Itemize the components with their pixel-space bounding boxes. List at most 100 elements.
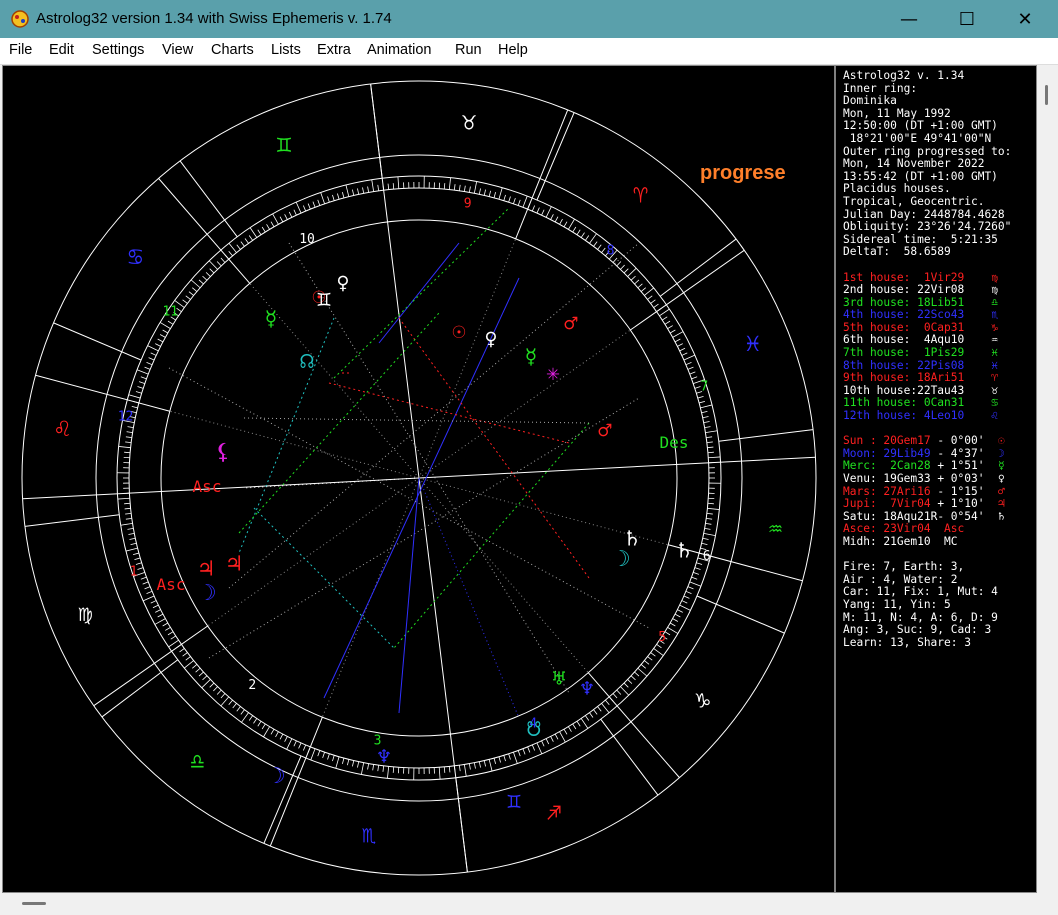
degree-tick [597, 706, 602, 712]
minimize-button[interactable]: — [880, 0, 938, 38]
degree-tick [295, 201, 302, 214]
degree-tick [458, 184, 461, 191]
degree-tick [352, 760, 355, 767]
degree-tick [468, 186, 471, 193]
window-title: Astrolog32 version 1.34 with Swiss Ephem… [36, 10, 392, 27]
degree-tick [616, 261, 622, 267]
degree-tick [124, 451, 131, 454]
degree-tick [473, 181, 478, 194]
degree-tick [527, 746, 531, 753]
degree-tick [679, 604, 691, 611]
degree-tick [345, 184, 350, 197]
degree-tick [135, 391, 142, 394]
sign-divider [536, 112, 575, 201]
degree-tick [691, 376, 698, 380]
degree-tick [372, 764, 375, 771]
menu-charts[interactable]: Charts [211, 42, 254, 58]
degree-tick [704, 426, 711, 429]
degree-tick [236, 244, 241, 250]
house-cusp [587, 672, 680, 778]
degree-tick [117, 497, 130, 500]
degree-tick [580, 232, 585, 238]
degree-tick [266, 224, 270, 230]
degree-tick [138, 381, 145, 384]
menu-edit[interactable]: Edit [49, 42, 74, 58]
degree-tick [531, 744, 536, 751]
degree-tick [146, 590, 153, 595]
degree-tick [209, 268, 215, 274]
degree-tick [620, 264, 625, 270]
degree-tick [513, 752, 518, 764]
degree-tick [125, 512, 132, 515]
menu-file[interactable]: File [9, 42, 32, 58]
horizontal-scrollbar[interactable] [2, 893, 1035, 913]
degree-tick [352, 189, 355, 196]
degree-tick [270, 728, 275, 735]
degree-tick [585, 235, 590, 241]
degree-tick [707, 507, 720, 510]
degree-tick [167, 631, 174, 636]
ascendant-label: Asc [157, 575, 186, 594]
degree-tick [147, 345, 159, 352]
menu-settings[interactable]: Settings [92, 42, 144, 58]
planet-glyph-icon: ✳ [546, 361, 559, 386]
degree-tick [637, 283, 643, 289]
house-cusp [158, 178, 251, 284]
degree-tick [261, 723, 266, 730]
degree-tick [589, 233, 597, 244]
menu-help[interactable]: Help [498, 42, 528, 58]
degree-tick [705, 522, 712, 525]
house-cusp-inner [169, 410, 420, 479]
degree-tick [220, 696, 230, 707]
aspect-line [398, 477, 420, 714]
planet-glyph-icon: ♄ [677, 539, 690, 564]
vertical-scrollbar[interactable] [1037, 65, 1056, 891]
degree-tick [640, 664, 647, 669]
degree-tick [667, 627, 679, 634]
house-number: 8 [607, 244, 615, 259]
degree-tick [148, 357, 155, 361]
degree-tick [677, 609, 683, 613]
degree-tick [322, 752, 325, 759]
degree-tick [241, 712, 249, 723]
degree-tick [332, 194, 335, 201]
degree-tick [702, 537, 709, 540]
degree-tick [288, 211, 293, 218]
degree-tick [144, 586, 151, 590]
info-header-line: DeltaT: 58.6589 [843, 245, 951, 259]
degree-tick [550, 736, 554, 742]
planet-row: Midh: 21Gem10 MC [843, 534, 958, 548]
degree-tick [669, 329, 676, 334]
degree-tick [220, 693, 226, 699]
degree-tick [640, 287, 647, 292]
degree-tick [165, 627, 171, 631]
house-number: 5 [658, 630, 666, 645]
menu-lists[interactable]: Lists [271, 42, 301, 58]
degree-tick [593, 709, 598, 715]
degree-tick [522, 195, 528, 208]
degree-tick [337, 193, 340, 200]
degree-tick [498, 187, 503, 200]
degree-tick [120, 522, 133, 526]
degree-tick [707, 451, 714, 454]
degree-tick [616, 689, 622, 695]
degree-tick [630, 275, 636, 281]
menu-animation[interactable]: Animation [367, 42, 431, 58]
degree-tick [397, 176, 400, 189]
house-cusp [515, 109, 569, 239]
menu-view[interactable]: View [162, 42, 193, 58]
menu-run[interactable]: Run [455, 42, 482, 58]
close-button[interactable]: ✕ [996, 0, 1054, 38]
degree-tick [659, 308, 670, 317]
aspect-line [378, 242, 460, 344]
degree-tick [580, 718, 589, 729]
house-number: 12 [118, 410, 134, 425]
menu-extra[interactable]: Extra [317, 42, 351, 58]
degree-tick [597, 244, 602, 250]
maximize-button[interactable]: ☐ [938, 0, 996, 38]
degree-tick [154, 618, 166, 625]
degree-tick [228, 243, 237, 253]
sign-glyph-icon: ♈ [633, 180, 648, 208]
degree-tick [696, 562, 703, 565]
degree-tick [228, 699, 233, 706]
